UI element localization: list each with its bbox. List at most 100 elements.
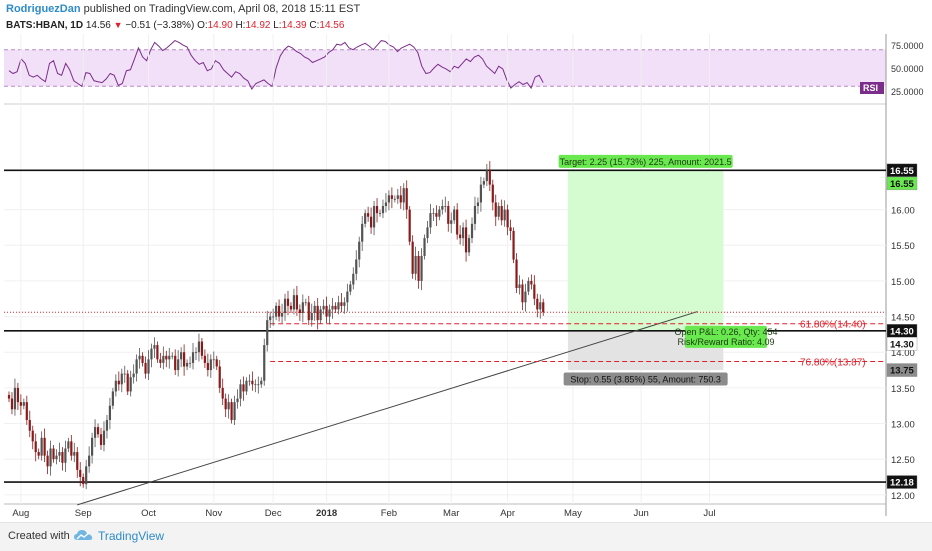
candle: [197, 341, 201, 353]
candle: [218, 366, 221, 388]
candle: [99, 434, 103, 445]
candle: [390, 195, 393, 199]
candle: [141, 355, 144, 363]
candle: [429, 213, 432, 228]
candle: [153, 345, 156, 349]
time-tick-label: Aug: [12, 508, 29, 519]
candle: [378, 213, 382, 214]
candle: [108, 405, 112, 420]
candle: [144, 362, 147, 374]
candle: [456, 209, 459, 235]
candle: [165, 355, 168, 360]
rsi-tick-label: 75.0000: [891, 41, 924, 51]
candle: [224, 398, 227, 410]
candle: [46, 455, 49, 467]
candle: [393, 198, 396, 200]
candle: [34, 441, 37, 453]
time-tick-label: Feb: [381, 508, 397, 519]
candle: [236, 398, 239, 403]
candle: [515, 259, 518, 289]
candle: [420, 255, 423, 281]
candle: [364, 213, 367, 224]
candle: [150, 348, 153, 360]
candle: [494, 202, 497, 217]
candle: [49, 448, 52, 467]
candle: [93, 427, 97, 438]
candle: [162, 355, 165, 363]
tradingview-brand[interactable]: TradingView: [98, 529, 164, 543]
down-arrow-icon: ▼: [113, 20, 123, 30]
candle: [313, 305, 316, 313]
candle: [387, 195, 391, 203]
candle: [411, 241, 414, 274]
candle: [355, 259, 358, 274]
candle: [156, 345, 159, 360]
candle: [212, 359, 215, 361]
candle: [405, 188, 408, 210]
candle: [203, 355, 206, 363]
price-tag-label: 14.30: [890, 326, 914, 337]
candle: [227, 402, 230, 410]
candle: [361, 223, 364, 242]
candle: [55, 455, 58, 460]
candle: [266, 320, 269, 346]
stop-label: Stop: 0.55 (3.85%) 55, Amount: 750.3: [570, 375, 721, 385]
candle: [307, 302, 310, 321]
candle: [10, 398, 14, 410]
candle: [292, 295, 296, 310]
candle: [322, 305, 325, 310]
price-tick-label: 12.50: [891, 455, 915, 466]
author-link[interactable]: RodriguezDan: [6, 3, 81, 15]
candle: [497, 206, 500, 217]
rsi-tick-label: 25.0000: [891, 87, 924, 97]
candle: [536, 298, 539, 310]
candle: [260, 380, 263, 385]
candle: [381, 206, 385, 214]
candle: [248, 380, 251, 382]
candle: [518, 284, 521, 289]
candle: [530, 280, 533, 285]
candle: [19, 402, 22, 406]
candle: [28, 419, 31, 431]
candle: [16, 387, 20, 403]
candle: [272, 316, 275, 318]
candle: [200, 341, 204, 356]
candle: [358, 241, 361, 260]
tradingview-logo-icon[interactable]: [72, 528, 96, 544]
candle: [221, 387, 224, 399]
candle: [79, 469, 82, 478]
candle: [191, 352, 195, 363]
candle: [123, 373, 126, 375]
candle: [447, 206, 450, 224]
price-chart[interactable]: 75.0000 50.0000 25.0000 RSI 61.80%(14.40) 76.…: [0, 34, 932, 522]
candle: [280, 313, 284, 317]
candle: [188, 362, 192, 364]
candle: [40, 437, 43, 456]
high-value: 14.92: [245, 20, 271, 31]
symbol-label[interactable]: BATS:HBAN, 1D: [6, 20, 83, 31]
candle: [31, 430, 34, 442]
time-tick-label: Jul: [703, 508, 715, 519]
candle: [102, 430, 106, 445]
candle: [64, 448, 67, 463]
candle: [337, 302, 340, 310]
footer-bar: Created with TradingView: [0, 522, 932, 551]
fib-786-label: 76.80%(13.87): [800, 357, 866, 368]
price-tick-label: 14.50: [891, 313, 915, 324]
candle: [286, 298, 290, 306]
candle: [177, 359, 180, 371]
candle: [473, 206, 477, 224]
candle: [277, 305, 281, 317]
candle: [369, 216, 373, 228]
rsi-tick-label: 50.0000: [891, 64, 924, 74]
candle: [503, 209, 506, 221]
candle: [542, 302, 545, 313]
candle: [185, 362, 189, 367]
candle: [138, 355, 141, 360]
candle: [135, 359, 138, 374]
candle: [61, 452, 64, 463]
price-tick-label: 15.00: [891, 277, 915, 288]
candle: [251, 380, 254, 385]
candle: [206, 362, 209, 371]
candle: [349, 284, 352, 292]
